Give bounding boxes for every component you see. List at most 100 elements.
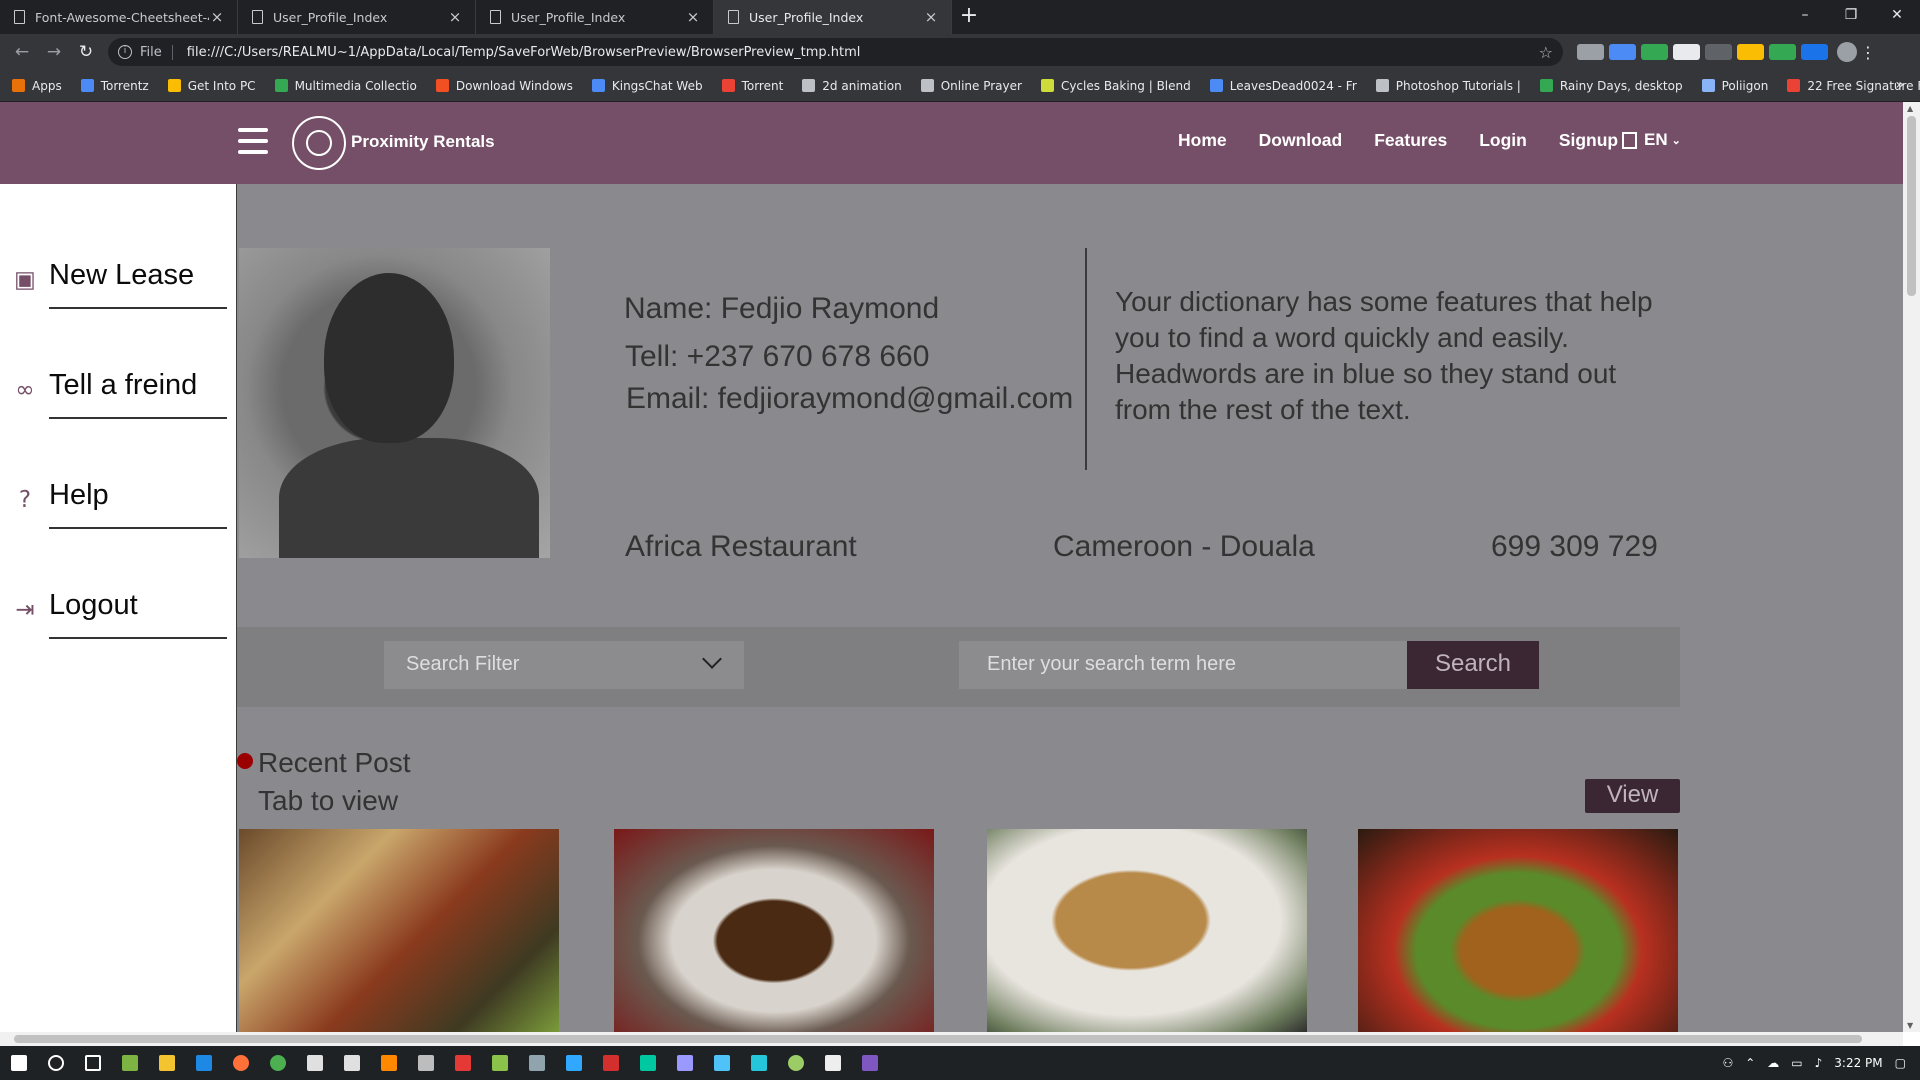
bookmark-item[interactable]: LeavesDead0024 - Fr [1209, 79, 1357, 93]
vlc-icon[interactable] [370, 1046, 407, 1080]
brand-name[interactable]: Proximity Rentals [351, 132, 495, 152]
bookmark-item[interactable]: Photoshop Tutorials | [1375, 79, 1521, 93]
scrollbar-thumb[interactable] [1907, 116, 1916, 296]
after-effects-icon[interactable] [666, 1046, 703, 1080]
bookmark-item[interactable]: Cycles Baking | Blend [1040, 79, 1191, 93]
side-menu-item-new-lease[interactable]: ▣ New Lease [12, 259, 227, 309]
acrobat-icon[interactable] [592, 1046, 629, 1080]
bookmark-item[interactable]: KingsChat Web [591, 79, 703, 93]
scroll-up-arrow-icon[interactable]: ▲ [1907, 104, 1913, 113]
clock[interactable]: 3:22 PM [1834, 1056, 1882, 1070]
photos-icon[interactable] [814, 1046, 851, 1080]
forward-button[interactable]: → [38, 42, 70, 62]
bookmark-item[interactable]: 2d animation [802, 79, 902, 93]
app-icon[interactable] [111, 1046, 148, 1080]
browser-tab[interactable]: User_Profile_Index × [476, 0, 714, 34]
bookmark-item[interactable]: Torrentz [80, 79, 149, 93]
firefox-icon[interactable] [222, 1046, 259, 1080]
extension-icon[interactable] [1673, 44, 1700, 60]
side-menu-item-tell-a-friend[interactable]: ∞ Tell a freind [12, 369, 227, 419]
back-button[interactable]: ← [6, 42, 38, 62]
app-icon[interactable] [740, 1046, 777, 1080]
app-icon[interactable] [851, 1046, 888, 1080]
app-icon[interactable] [407, 1046, 444, 1080]
menu-kebab-icon[interactable]: ⋮ [1857, 43, 1879, 62]
chevron-up-icon[interactable]: ⌃ [1745, 1056, 1755, 1070]
nav-signup[interactable]: Signup [1559, 130, 1618, 151]
side-menu-item-help[interactable]: ? Help [12, 479, 227, 529]
minimize-button[interactable]: – [1782, 0, 1828, 30]
bookmark-item[interactable]: Download Windows [435, 79, 573, 93]
post-thumbnail[interactable] [614, 829, 934, 1032]
bookmark-star-icon[interactable]: ☆ [1539, 43, 1553, 62]
browser-tab[interactable]: User_Profile_Index × [238, 0, 476, 34]
notifications-icon[interactable]: ▢ [1895, 1056, 1906, 1070]
address-bar[interactable]: i File file:///C:/Users/REALMU~1/AppData… [108, 38, 1563, 66]
close-tab-icon[interactable]: × [923, 8, 939, 26]
search-filter-select[interactable]: Search Filter [384, 641, 744, 689]
mail-icon[interactable] [333, 1046, 370, 1080]
extension-icon[interactable] [1769, 44, 1796, 60]
scroll-down-arrow-icon[interactable]: ▼ [1907, 1021, 1913, 1030]
bookmark-item[interactable]: Poliigon [1701, 79, 1768, 93]
bookmark-item[interactable]: Online Prayer [920, 79, 1022, 93]
close-tab-icon[interactable]: × [209, 8, 225, 26]
url-text[interactable]: file:///C:/Users/REALMU~1/AppData/Local/… [187, 45, 1539, 60]
file-explorer-icon[interactable] [148, 1046, 185, 1080]
windows-start-icon[interactable] [0, 1046, 37, 1080]
new-tab-button[interactable]: + [952, 0, 986, 34]
brand-logo[interactable] [292, 116, 346, 170]
app-icon[interactable] [518, 1046, 555, 1080]
search-input[interactable]: Enter your search term here [959, 641, 1407, 689]
reload-button[interactable]: ↻ [70, 42, 102, 62]
extension-icon[interactable] [1705, 44, 1732, 60]
edge-icon[interactable] [185, 1046, 222, 1080]
nav-home[interactable]: Home [1178, 130, 1227, 151]
close-window-button[interactable]: ✕ [1874, 0, 1920, 30]
language-selector[interactable]: EN ⌄ [1622, 130, 1681, 150]
post-thumbnail[interactable] [987, 829, 1307, 1032]
audition-icon[interactable] [629, 1046, 666, 1080]
horizontal-scrollbar[interactable] [0, 1032, 1903, 1046]
info-icon[interactable]: i [118, 45, 132, 59]
browser-tab[interactable]: Font-Awesome-Cheetsheet-4.5.0 × [0, 0, 238, 34]
app-icon[interactable] [703, 1046, 740, 1080]
scrollbar-thumb[interactable] [14, 1035, 1862, 1043]
bookmarks-overflow-button[interactable]: » [1895, 77, 1904, 93]
nav-login[interactable]: Login [1479, 130, 1527, 151]
bookmark-apps[interactable]: Apps [12, 79, 62, 93]
close-tab-icon[interactable]: × [447, 8, 463, 26]
bookmark-item[interactable]: Multimedia Collectio [274, 79, 417, 93]
app-icon[interactable] [444, 1046, 481, 1080]
maximize-button[interactable]: ❐ [1828, 0, 1874, 30]
app-icon[interactable] [777, 1046, 814, 1080]
vertical-scrollbar[interactable]: ▲ ▼ [1903, 102, 1920, 1032]
nav-features[interactable]: Features [1374, 130, 1447, 151]
android-icon[interactable] [481, 1046, 518, 1080]
extension-icon[interactable] [1641, 44, 1668, 60]
volume-icon[interactable]: ♪ [1815, 1056, 1823, 1070]
view-button[interactable]: View [1585, 779, 1680, 813]
network-icon[interactable]: ☁ [1767, 1056, 1779, 1070]
close-tab-icon[interactable]: × [685, 8, 701, 26]
battery-icon[interactable]: ▭ [1791, 1056, 1802, 1070]
people-icon[interactable]: ⚇ [1722, 1056, 1733, 1070]
extension-icon[interactable] [1737, 44, 1764, 60]
bookmark-item[interactable]: Rainy Days, desktop [1539, 79, 1683, 93]
hamburger-menu-icon[interactable] [238, 128, 268, 154]
nav-download[interactable]: Download [1259, 130, 1343, 151]
bookmark-item[interactable]: Torrent [721, 79, 783, 93]
task-view-icon[interactable] [74, 1046, 111, 1080]
browser-tab-active[interactable]: User_Profile_Index × [714, 0, 952, 34]
extension-icon[interactable] [1577, 44, 1604, 60]
post-thumbnail[interactable] [1358, 829, 1678, 1032]
search-icon[interactable] [37, 1046, 74, 1080]
photoshop-icon[interactable] [555, 1046, 592, 1080]
search-button[interactable]: Search [1407, 641, 1539, 689]
store-icon[interactable] [296, 1046, 333, 1080]
extension-icon[interactable] [1609, 44, 1636, 60]
chrome-icon[interactable] [259, 1046, 296, 1080]
extension-icon[interactable] [1801, 44, 1828, 60]
side-menu-item-logout[interactable]: ⇥ Logout [12, 589, 227, 639]
post-thumbnail[interactable] [239, 829, 559, 1032]
